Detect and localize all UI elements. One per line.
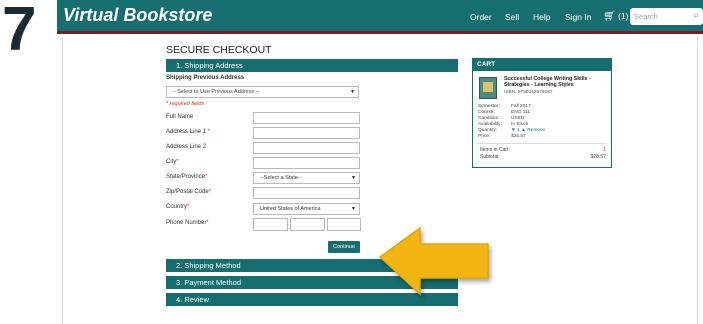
- semester-label: Semester:: [478, 104, 500, 109]
- availability-label: Availability:: [478, 122, 502, 127]
- items-in-cart-count: 1: [603, 147, 606, 153]
- book-title[interactable]: Successful College Writing Skills - Stra…: [504, 76, 608, 89]
- cart-header: CART: [473, 59, 611, 71]
- search-placeholder: Search: [634, 12, 658, 21]
- section-shipping-address[interactable]: 1. Shipping Address: [166, 59, 458, 72]
- nav-sell[interactable]: Sell: [505, 12, 519, 22]
- tutorial-stage: 7 Virtual Bookstore Order Sell Help Sign…: [0, 0, 703, 324]
- chevron-down-icon: ▼: [351, 206, 356, 212]
- cart-icon: 🛒︎: [603, 11, 616, 22]
- state-select[interactable]: --Select a State-- ▼: [253, 172, 360, 184]
- book-isbn: ISBN: 9780312676087: [504, 90, 553, 95]
- checkout-content: SECURE CHECKOUT 1. Shipping Address Ship…: [62, 37, 698, 324]
- search-input[interactable]: Search ⌕: [630, 8, 703, 25]
- prev-address-select[interactable]: -- Select to Use Previous Address -- ▼: [166, 86, 359, 98]
- phone-area-field[interactable]: [253, 218, 288, 231]
- cart-divider: [477, 143, 607, 144]
- condition-label: Condition:: [478, 116, 500, 121]
- cart-panel: CART Successful College Writing Skills -…: [472, 58, 612, 168]
- availability-value: In Stock: [511, 122, 529, 127]
- city-field[interactable]: [253, 157, 360, 169]
- prev-address-value: -- Select to Use Previous Address --: [172, 89, 260, 95]
- address2-label: Address Line 2: [166, 144, 207, 150]
- price-label: Price:: [478, 134, 491, 139]
- course-value: ENG 111: [511, 110, 531, 115]
- nav-sign-in[interactable]: Sign In: [565, 12, 591, 22]
- quantity-stepper[interactable]: ▼ 1 ▲ Remove: [511, 128, 545, 133]
- full-name-label: Full Name: [166, 114, 194, 120]
- zip-field[interactable]: [253, 187, 360, 199]
- course-label: Course:: [478, 110, 495, 115]
- semester-value: Fall 2017: [511, 104, 531, 109]
- zip-label: Zip/Postal Code*: [166, 189, 212, 195]
- step-number: 7: [2, 0, 37, 64]
- state-label: State/Province*: [166, 174, 208, 180]
- required-fields-note: * required fields: [166, 101, 205, 107]
- subtotal-value: $28.57: [590, 154, 606, 160]
- quantity-value: 1: [517, 128, 520, 133]
- state-value: --Select a State--: [260, 175, 302, 181]
- nav-help[interactable]: Help: [533, 12, 550, 22]
- cart-count: (1): [618, 11, 629, 21]
- nav-order[interactable]: Order: [470, 12, 492, 22]
- top-navbar: Virtual Bookstore Order Sell Help Sign I…: [57, 0, 703, 34]
- chevron-down-icon[interactable]: ▼: [511, 128, 516, 133]
- browser-window: Virtual Bookstore Order Sell Help Sign I…: [57, 0, 703, 324]
- page-title: SECURE CHECKOUT: [166, 44, 272, 56]
- prev-address-label: Shipping Previous Address: [166, 75, 245, 81]
- address1-label: Address Line 1 *: [166, 129, 211, 135]
- address1-field[interactable]: [253, 127, 360, 139]
- phone-line-field[interactable]: [327, 218, 361, 231]
- chevron-up-icon[interactable]: ▲: [521, 128, 526, 133]
- pointer-arrow-icon: [378, 226, 489, 296]
- full-name-field[interactable]: [253, 112, 360, 124]
- condition-value: USED: [511, 116, 525, 121]
- nav-cart[interactable]: 🛒︎ (1): [603, 11, 628, 22]
- brand-logo[interactable]: Virtual Bookstore: [63, 5, 212, 26]
- subtotal-label: Subtotal:: [480, 154, 500, 160]
- city-label: City*: [166, 159, 179, 165]
- quantity-label: Quantity:: [478, 128, 498, 133]
- phone-prefix-field[interactable]: [290, 218, 325, 231]
- phone-label: Phone Number*: [166, 220, 209, 226]
- country-select[interactable]: United States of America ▼: [253, 203, 360, 215]
- country-value: United States of America: [260, 206, 321, 212]
- chevron-down-icon: ▼: [351, 175, 356, 181]
- search-icon[interactable]: ⌕: [693, 10, 699, 21]
- chevron-down-icon: ▼: [350, 89, 355, 95]
- address2-field[interactable]: [253, 142, 360, 154]
- country-label: Country*: [166, 204, 190, 210]
- continue-button[interactable]: Continue: [328, 241, 360, 253]
- remove-link[interactable]: Remove: [527, 128, 545, 133]
- book-cover-image: [479, 77, 497, 99]
- price-value: $28.57: [511, 134, 526, 139]
- items-in-cart-label: Items in Cart:: [480, 147, 510, 153]
